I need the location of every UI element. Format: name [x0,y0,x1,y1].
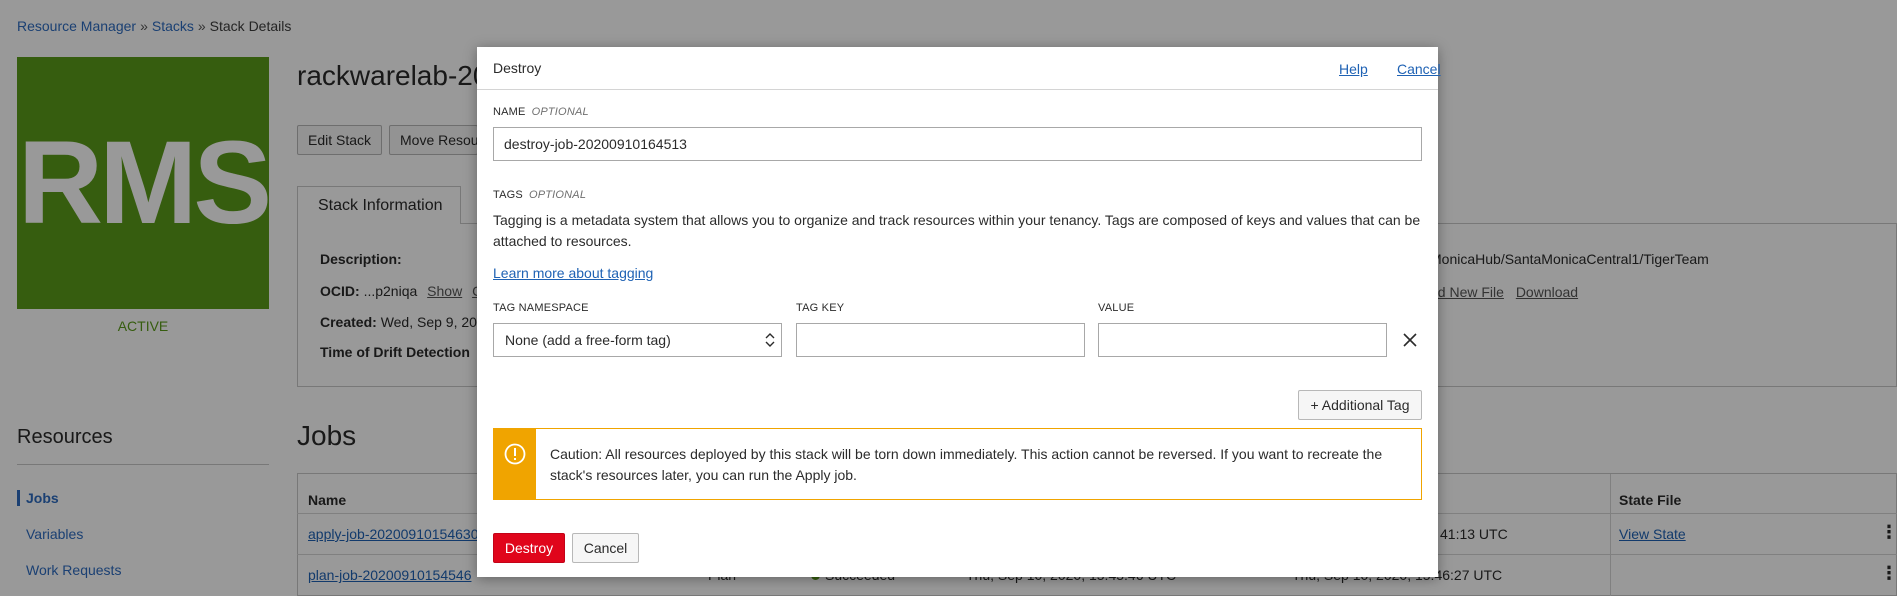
destroy-button[interactable]: Destroy [493,533,565,563]
tags-optional-label: OPTIONAL [528,189,587,201]
warning-icon [504,443,526,465]
remove-tag-close-icon[interactable] [1402,332,1418,348]
tag-value-label: VALUE [1098,302,1135,314]
caution-message: Caution: All resources deployed by this … [493,428,1422,500]
caution-text: Caution: All resources deployed by this … [550,446,1383,483]
tag-namespace-label: TAG NAMESPACE [493,302,589,314]
tags-field-label: TAGS OPTIONAL [493,189,586,201]
select-arrows-icon [765,333,775,347]
help-link[interactable]: Help [1339,61,1368,77]
name-optional-label: OPTIONAL [531,106,589,118]
tag-key-input[interactable] [796,323,1085,357]
caution-bar [494,429,536,499]
name-label-text: NAME [493,106,526,118]
tag-namespace-select[interactable]: None (add a free-form tag) [493,323,782,357]
tag-key-label: TAG KEY [796,302,845,314]
dialog-header: Destroy Help Cancel [477,47,1441,90]
cancel-button[interactable]: Cancel [572,533,639,563]
additional-tag-button[interactable]: + Additional Tag [1298,390,1422,420]
tag-value-input[interactable] [1098,323,1387,357]
tags-description: Tagging is a metadata system that allows… [493,212,1421,249]
destroy-dialog: Destroy Help Cancel NAME OPTIONAL TAGS OPT… [477,47,1441,577]
dialog-title: Destroy [493,60,542,76]
learn-more-tagging-link[interactable]: Learn more about tagging [493,265,653,281]
tag-namespace-selected: None (add a free-form tag) [505,332,671,348]
name-field-label: NAME OPTIONAL [493,106,589,118]
cancel-link[interactable]: Cancel [1397,61,1441,77]
name-input[interactable] [493,127,1422,161]
tags-label-text: TAGS [493,189,523,201]
